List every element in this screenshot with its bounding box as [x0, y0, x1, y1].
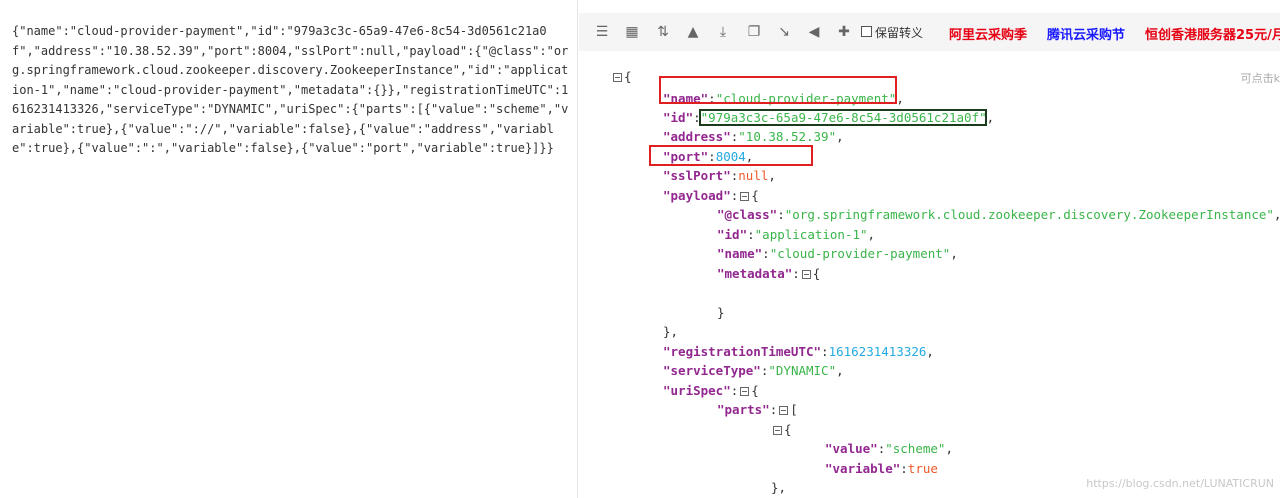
- keep-escape-checkbox[interactable]: [861, 26, 872, 37]
- toolbar: ☰ ▦ ⇅ ▲ ⤓ ❐ ↘ ◀ ✚ 保留转义 阿里云采购季 腾讯云采购节 恒创香…: [579, 13, 1280, 51]
- highlight-box-name: [659, 76, 897, 104]
- sort-icon[interactable]: ⇅: [654, 23, 672, 41]
- copy-icon[interactable]: ❐: [745, 23, 763, 41]
- promo-tencent-link[interactable]: 腾讯云采购节: [1047, 24, 1125, 43]
- collapse-toggle-icon[interactable]: [740, 387, 750, 396]
- keep-escape-label: 保留转义: [875, 26, 924, 40]
- collapse-toggle-icon[interactable]: [613, 73, 622, 82]
- promo-hengchuang-link[interactable]: 恒创香港服务器25元/月: [1145, 24, 1280, 43]
- collapse-toggle-icon[interactable]: [773, 426, 782, 435]
- formatted-json-pane: ☰ ▦ ⇅ ▲ ⤓ ❐ ↘ ◀ ✚ 保留转义 阿里云采购季 腾讯云采购节 恒创香…: [579, 0, 1280, 498]
- excel-icon[interactable]: ▦: [623, 23, 641, 41]
- collapse-toggle-icon[interactable]: [779, 406, 789, 415]
- expand-icon[interactable]: ✚: [835, 23, 853, 41]
- parts-item-close: },: [771, 480, 787, 495]
- json-row-class: "@class":"org.springframework.cloud.zook…: [717, 207, 1280, 222]
- raw-json-pane[interactable]: {"name":"cloud-provider-payment","id":"9…: [0, 0, 578, 498]
- json-row-sslport: "sslPort":null,: [663, 168, 776, 183]
- collapse-toggle-icon[interactable]: [740, 192, 750, 201]
- raw-json-text[interactable]: {"name":"cloud-provider-payment","id":"9…: [12, 22, 572, 159]
- trash-icon[interactable]: ▲: [684, 23, 702, 41]
- promo-aliyun-link[interactable]: 阿里云采购季: [949, 24, 1027, 43]
- json-row-variable: "variable":true: [825, 461, 938, 476]
- json-row-value: "value":"scheme",: [825, 441, 953, 456]
- root-open: {: [611, 67, 632, 86]
- collapse-toggle-icon[interactable]: [801, 270, 811, 279]
- json-row-address: "address":"10.38.52.39",: [663, 129, 844, 144]
- json-row-regtime: "registrationTimeUTC":1616231413326,: [663, 344, 934, 359]
- json-row-payload-id: "id":"application-1",: [717, 227, 876, 242]
- parts-item-open: {: [771, 420, 792, 439]
- json-row-urispec: "uriSpec":{: [663, 383, 759, 398]
- json-row-metadata: "metadata":{: [717, 266, 821, 281]
- highlight-box-id: [699, 109, 987, 126]
- highlight-box-port: [649, 145, 813, 166]
- metadata-close: }: [717, 305, 725, 320]
- json-row-payload: "payload":{: [663, 188, 759, 203]
- download-icon[interactable]: ⤓: [714, 23, 732, 41]
- json-row-parts: "parts":[: [717, 402, 798, 417]
- json-row-servicetype: "serviceType":"DYNAMIC",: [663, 363, 844, 378]
- watermark: https://blog.csdn.net/LUNATICRUN: [1086, 477, 1274, 490]
- payload-close: },: [663, 324, 679, 339]
- compress-icon[interactable]: ↘: [775, 23, 793, 41]
- json-row-payload-name: "name":"cloud-provider-payment",: [717, 246, 958, 261]
- database-icon[interactable]: ☰: [593, 23, 611, 41]
- collapse-icon[interactable]: ◀: [805, 23, 823, 41]
